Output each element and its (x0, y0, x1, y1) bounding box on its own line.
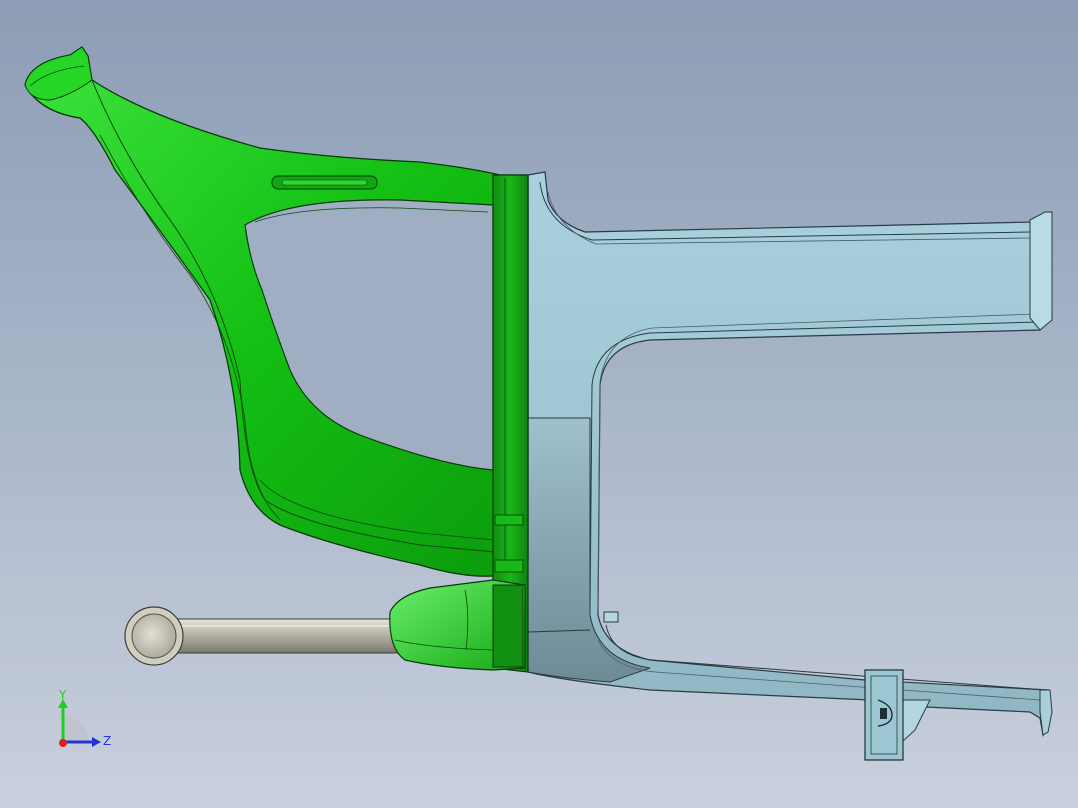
blue-upper-arm-lower-rib (589, 321, 1041, 613)
blue-upper-arm-end-flange (1029, 211, 1053, 331)
model-scene[interactable]: Y Z (0, 0, 1078, 808)
green-axle-bracket[interactable] (389, 579, 526, 671)
cad-graphics-viewport[interactable]: Y Z (0, 0, 1078, 808)
end-mount-brace (899, 699, 931, 744)
blue-small-tab (603, 611, 619, 623)
blue-lower-arm-tip (1039, 689, 1053, 736)
end-mount-slot (880, 708, 887, 719)
blue-frame-lower-shade (527, 417, 651, 683)
green-latch-lower (494, 559, 524, 573)
axle-rod-shaft (149, 618, 401, 654)
triad-y-label: Y (58, 688, 67, 702)
triad-z-arrow (92, 737, 101, 747)
triad-x-axis-dot (59, 739, 67, 747)
green-top-slot-inner (281, 179, 368, 186)
blue-upper-arm-lower-rib-2 (597, 313, 1037, 611)
triad-z-label: Z (103, 734, 111, 748)
blue-frame-part[interactable] (527, 171, 1053, 738)
green-latch-upper (494, 514, 524, 526)
green-frame-part[interactable] (24, 46, 529, 673)
axis-triad: Y Z (58, 688, 111, 748)
triad-quadrant (63, 716, 89, 742)
steel-axle-rod[interactable] (124, 606, 401, 666)
axle-disc-inner (131, 613, 177, 659)
green-axle-bracket-block (492, 584, 524, 668)
